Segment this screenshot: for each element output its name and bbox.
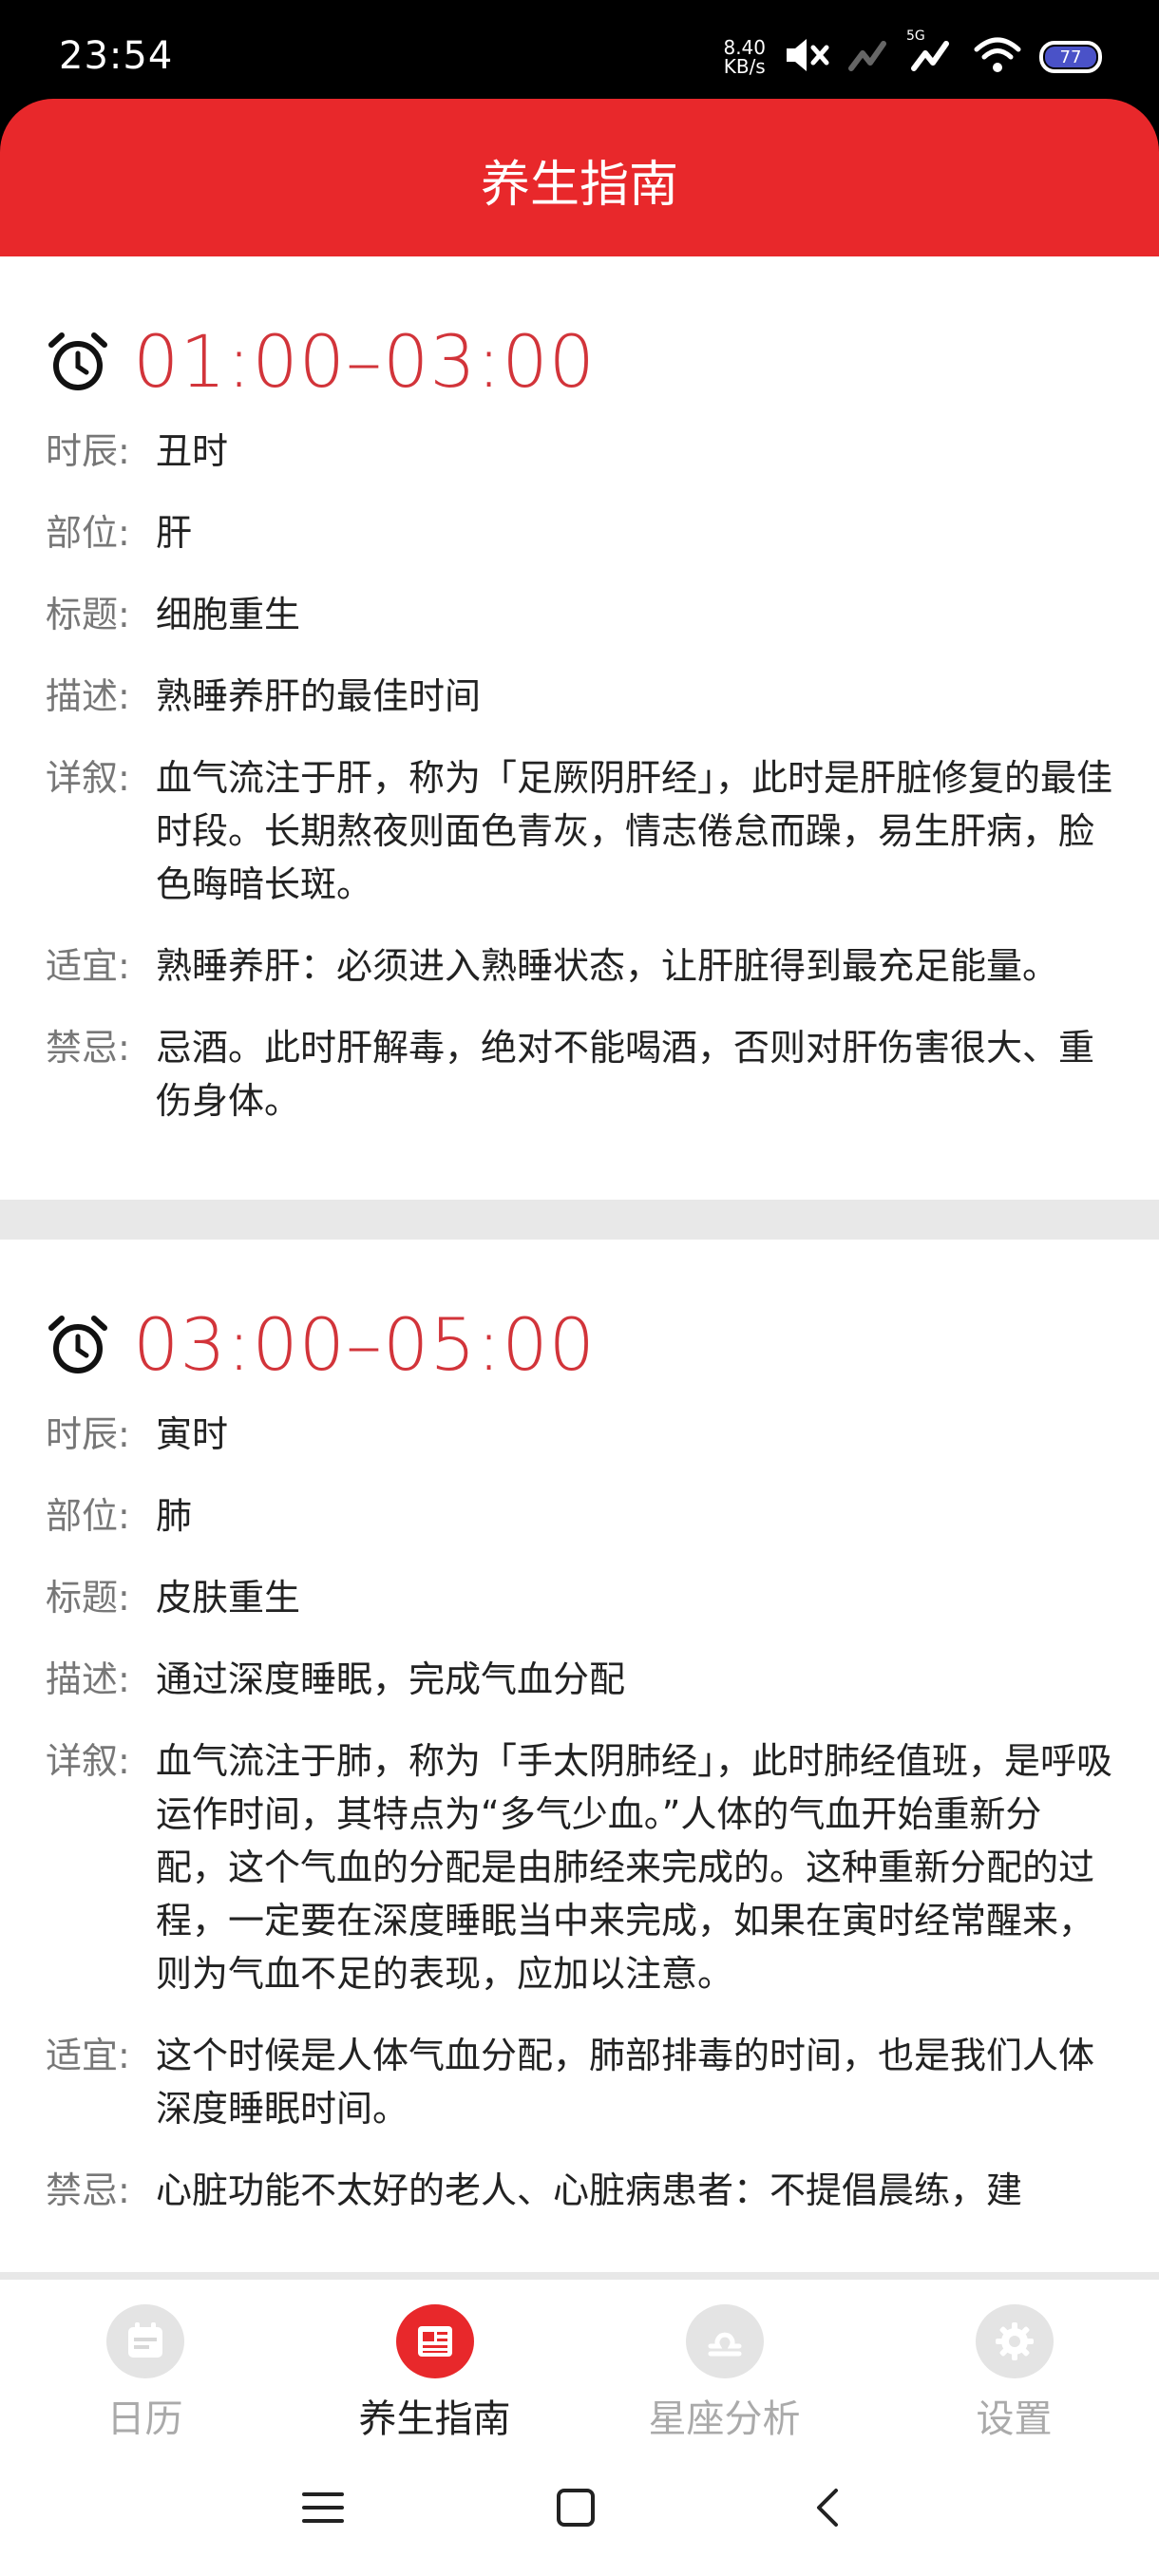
row-value: 忌酒。此时肝解毒，绝对不能喝酒，否则对肝伤害很大、重伤身体。 (156, 1027, 1095, 1122)
tab-horoscope[interactable]: 星座分析 (580, 2280, 869, 2443)
time-head: 01:00–03:00 (46, 319, 1113, 404)
info-row-shichen: 时辰: 丑时 (46, 425, 1113, 478)
status-icons: 8.40 KB/s 5G 77 (723, 28, 1102, 85)
row-value: 通过深度睡眠，完成气血分配 (156, 1658, 626, 1700)
tab-calendar[interactable]: 日历 (0, 2280, 290, 2443)
time-section: 03:00–05:00 时辰: 寅时 部位: 肺 标题: 皮肤重生 描述: 通过… (0, 1240, 1159, 2272)
info-row-biaoti: 标题: 皮肤重生 (46, 1571, 1113, 1624)
row-value: 心脏功能不太好的老人、心脏病患者：不提倡晨练，建 (156, 2169, 1023, 2211)
row-value: 皮肤重生 (156, 1577, 301, 1619)
row-label: 时辰: (46, 430, 130, 472)
news-icon (395, 2304, 474, 2378)
alarm-clock-icon (46, 330, 110, 394)
row-value: 熟睡养肝：必须进入熟睡状态，让肝脏得到最充足能量。 (156, 945, 1059, 987)
tab-health-guide[interactable]: 养生指南 (290, 2280, 580, 2443)
back-button[interactable] (790, 2472, 866, 2548)
row-label: 描述: (46, 1658, 130, 1700)
row-value: 血气流注于肝，称为「足厥阴肝经」，此时是肝脏修复的最佳时段。长期熬夜则面色青灰，… (156, 757, 1113, 905)
page-title: 养生指南 (480, 157, 678, 214)
info-row-xiangxu: 详叙: 血气流注于肺，称为「手太阴肺经」，此时肺经值班，是呼吸运作时间，其特点为… (46, 1734, 1113, 2000)
info-row-biaoti: 标题: 细胞重生 (46, 588, 1113, 641)
menu-button[interactable] (285, 2472, 361, 2548)
gear-icon (975, 2304, 1054, 2378)
row-label: 禁忌: (46, 2169, 130, 2211)
info-row-shiyi: 适宜: 这个时候是人体气血分配，肺部排毒的时间，也是我们人体深度睡眠时间。 (46, 2029, 1113, 2135)
tab-label: 日历 (106, 2397, 183, 2441)
row-value: 熟睡养肝的最佳时间 (156, 675, 482, 717)
system-nav-bar (0, 2443, 1159, 2576)
info-row-jinji: 禁忌: 心脏功能不太好的老人、心脏病患者：不提倡晨练，建 (46, 2164, 1113, 2217)
mute-icon (783, 34, 830, 80)
row-label: 描述: (46, 675, 130, 717)
info-row-jinji: 禁忌: 忌酒。此时肝解毒，绝对不能喝酒，否则对肝伤害很大、重伤身体。 (46, 1021, 1113, 1127)
calendar-icon (105, 2304, 184, 2378)
row-label: 适宜: (46, 2035, 130, 2076)
row-value: 丑时 (156, 430, 229, 472)
row-label: 详叙: (46, 1740, 130, 1782)
row-value: 细胞重生 (156, 594, 301, 635)
back-icon (806, 2485, 851, 2534)
menu-icon (300, 2487, 346, 2532)
row-value: 这个时候是人体气血分配，肺部排毒的时间，也是我们人体深度睡眠时间。 (156, 2035, 1095, 2130)
row-value: 血气流注于肺，称为「手太阴肺经」，此时肺经值班，是呼吸运作时间，其特点为“多气少… (156, 1740, 1113, 1995)
tab-label: 设置 (976, 2397, 1053, 2441)
info-row-buwei: 部位: 肝 (46, 506, 1113, 559)
row-value: 肝 (156, 512, 193, 554)
network-speed: 8.40 KB/s (723, 36, 766, 78)
content-scroll[interactable]: 01:00–03:00 时辰: 丑时 部位: 肝 标题: 细胞重生 描述: 熟睡… (0, 256, 1159, 2272)
status-bar: 23:54 8.40 KB/s 5G 77 (0, 0, 1159, 112)
row-label: 禁忌: (46, 1027, 130, 1069)
row-label: 详叙: (46, 757, 130, 799)
wifi-icon (973, 34, 1022, 80)
info-row-miaoshu: 描述: 通过深度睡眠，完成气血分配 (46, 1653, 1113, 1706)
bottom-tab-bar: 日历 养生指南 星座分析 设置 (0, 2272, 1159, 2443)
tab-label: 星座分析 (648, 2397, 801, 2441)
row-label: 时辰: (46, 1413, 130, 1455)
time-section: 01:00–03:00 时辰: 丑时 部位: 肝 标题: 细胞重生 描述: 熟睡… (0, 256, 1159, 1200)
battery-icon: 77 (1039, 41, 1102, 73)
time-head: 03:00–05:00 (46, 1302, 1113, 1387)
row-label: 标题: (46, 1577, 130, 1619)
tab-settings[interactable]: 设置 (869, 2280, 1159, 2443)
home-button[interactable] (538, 2472, 614, 2548)
info-row-miaoshu: 描述: 熟睡养肝的最佳时间 (46, 670, 1113, 723)
row-label: 部位: (46, 1495, 130, 1537)
info-row-xiangxu: 详叙: 血气流注于肝，称为「足厥阴肝经」，此时是肝脏修复的最佳时段。长期熬夜则面… (46, 751, 1113, 911)
tab-label: 养生指南 (358, 2397, 511, 2441)
signal-1-icon (847, 36, 893, 78)
signal-2-icon: 5G (906, 28, 956, 78)
app-header: 养生指南 (0, 99, 1159, 256)
time-range: 01:00–03:00 (133, 319, 597, 404)
time-range: 03:00–05:00 (133, 1302, 597, 1387)
row-value: 寅时 (156, 1413, 229, 1455)
row-label: 标题: (46, 594, 130, 635)
row-label: 部位: (46, 512, 130, 554)
status-time: 23:54 (59, 34, 174, 78)
section-divider (0, 1200, 1159, 1240)
row-label: 适宜: (46, 945, 130, 987)
info-row-shiyi: 适宜: 熟睡养肝：必须进入熟睡状态，让肝脏得到最充足能量。 (46, 939, 1113, 993)
libra-icon (685, 2304, 764, 2378)
alarm-clock-icon (46, 1313, 110, 1377)
info-row-buwei: 部位: 肺 (46, 1489, 1113, 1543)
home-icon (553, 2485, 598, 2534)
info-row-shichen: 时辰: 寅时 (46, 1408, 1113, 1461)
row-value: 肺 (156, 1495, 193, 1537)
